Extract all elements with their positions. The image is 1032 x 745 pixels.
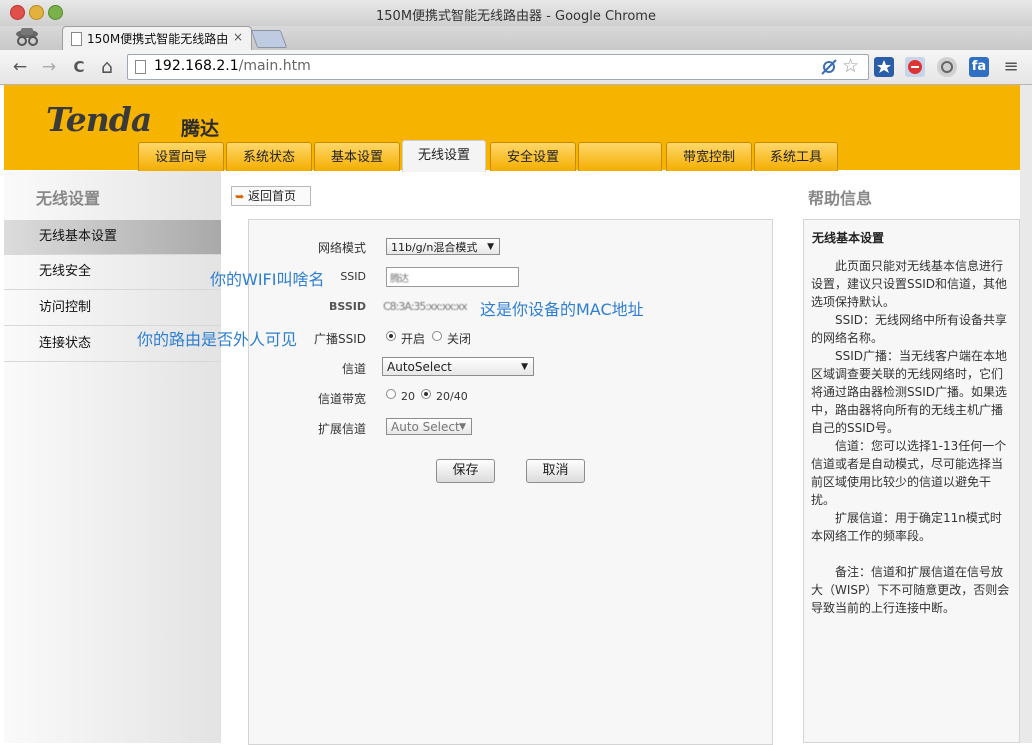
bandwidth-20-label: 20 xyxy=(401,390,415,403)
chevron-down-icon: ▼ xyxy=(487,242,494,252)
tab-strip: 150M便携式智能无线路由器 × xyxy=(0,26,1032,51)
bandwidth-2040-label: 20/40 xyxy=(436,390,468,403)
tenda-logo-cn: 腾达 xyxy=(181,118,220,140)
chevron-down-icon: ▼ xyxy=(521,362,528,372)
home-button[interactable]: ⌂ xyxy=(96,56,118,78)
window-titlebar: 150M便携式智能无线路由器 - Google Chrome xyxy=(0,0,1032,27)
tab-system-status[interactable]: 系统状态 xyxy=(226,142,312,171)
help-text: 此页面只能对无线基本信息进行设置，建议只设置SSID和信道，其他选项保持默认。 … xyxy=(811,257,1011,617)
browser-toolbar: ← → C ⌂ 192.168.2.1/main.htm ☆ fa ≡ xyxy=(0,50,1032,85)
window-edge xyxy=(1020,85,1032,743)
sidebar-item-access-control[interactable]: 访问控制 xyxy=(4,291,221,326)
ssid-value: 腾达 xyxy=(390,274,409,285)
url-host: 192.168.2.1 xyxy=(154,58,239,74)
adblock-ext-icon[interactable] xyxy=(905,57,925,77)
ext-channel-value: Auto Select xyxy=(391,420,460,434)
incognito-icon xyxy=(10,26,46,48)
sidebar-item-wireless-security[interactable]: 无线安全 xyxy=(4,255,221,290)
help-heading: 无线基本设置 xyxy=(812,231,885,245)
tenda-logo: Tenda xyxy=(46,100,152,139)
ext-channel-label: 扩展信道 xyxy=(317,422,366,436)
page-icon xyxy=(135,60,146,74)
network-mode-label: 网络模式 xyxy=(317,241,366,255)
help-paragraph: 信道：您可以选择1-13任何一个信道或者是自动模式，尽可能选择当前区域使用比较少… xyxy=(811,439,1007,507)
broadcast-ssid-label: 广播SSID xyxy=(313,332,366,346)
bssid-value: C8:3A:35:xx:xx:xx xyxy=(383,300,468,313)
forward-button[interactable]: → xyxy=(38,56,60,78)
page-icon xyxy=(71,32,82,46)
sidebar-title: 无线设置 xyxy=(36,189,101,208)
broadcast-on-radio[interactable] xyxy=(386,331,396,341)
bookmarks-ext-icon[interactable] xyxy=(874,57,894,77)
reload-button[interactable]: C xyxy=(68,56,90,78)
broadcast-off-radio[interactable] xyxy=(432,331,442,341)
help-paragraph: 备注：信道和扩展信道在信号放大（WISP）下不可随意更改，否则会导致当前的上行连… xyxy=(811,565,1010,615)
help-title: 帮助信息 xyxy=(808,189,873,208)
sync-ext-icon[interactable] xyxy=(937,57,957,77)
close-tab-icon[interactable]: × xyxy=(233,30,243,44)
return-arrow-icon: ➥ xyxy=(235,190,245,203)
ssid-input[interactable]: 腾达 xyxy=(386,267,519,287)
tab-basic-settings[interactable]: 基本设置 xyxy=(314,142,400,171)
channel-label: 信道 xyxy=(341,362,366,376)
ssid-label: SSID xyxy=(340,270,366,283)
broadcast-off-label: 关闭 xyxy=(447,332,472,346)
annotation-mac: 这是你设备的MAC地址 xyxy=(480,300,644,319)
chevron-down-icon: ▼ xyxy=(459,422,466,432)
network-mode-value: 11b/g/n混合模式 xyxy=(391,241,478,254)
sidebar-item-wireless-basic[interactable]: 无线基本设置 xyxy=(4,220,221,255)
help-paragraph: SSID：无线网络中所有设备共享的网络名称。 xyxy=(811,313,1008,345)
tab-title: 150M便携式智能无线路由器 xyxy=(87,32,227,46)
help-paragraph: 扩展信道：用于确定11n模式时本网络工作的频率段。 xyxy=(811,511,1002,543)
back-home-button[interactable]: ➥ 返回首页 xyxy=(231,186,311,206)
tab-system-tools[interactable]: 系统工具 xyxy=(754,142,838,171)
tab-setup-wizard[interactable]: 设置向导 xyxy=(138,142,224,171)
broadcast-on-label: 开启 xyxy=(401,332,426,346)
bssid-label: BSSID xyxy=(329,300,366,313)
window-title: 150M便携式智能无线路由器 - Google Chrome xyxy=(376,9,656,24)
bandwidth-20-radio[interactable] xyxy=(386,389,396,399)
back-button[interactable]: ← xyxy=(9,56,31,78)
address-bar[interactable]: 192.168.2.1/main.htm ☆ xyxy=(127,54,869,80)
chrome-menu-icon[interactable]: ≡ xyxy=(1000,56,1022,78)
url-path: /main.htm xyxy=(238,58,311,74)
bandwidth-label: 信道带宽 xyxy=(317,392,366,406)
help-paragraph: 此页面只能对无线基本信息进行设置，建议只设置SSID和信道，其他选项保持默认。 xyxy=(811,259,1008,309)
channel-select[interactable]: AutoSelect ▼ xyxy=(382,357,534,376)
tab-security-settings[interactable]: 安全设置 xyxy=(490,142,576,171)
help-paragraph: SSID广播：当无线客户端在本地区域调查要关联的无线网络时，它们将通过路由器检测… xyxy=(811,349,1008,435)
save-button[interactable]: 保存 xyxy=(436,459,495,483)
cancel-button[interactable]: 取消 xyxy=(526,459,585,483)
tab-bandwidth-control[interactable]: 带宽控制 xyxy=(666,142,752,171)
channel-value: AutoSelect xyxy=(387,360,452,374)
network-mode-select[interactable]: 11b/g/n混合模式 ▼ xyxy=(386,238,500,255)
fa-ext-icon[interactable]: fa xyxy=(969,57,989,77)
bookmark-star-icon[interactable]: ☆ xyxy=(842,55,859,77)
bandwidth-2040-radio[interactable] xyxy=(421,389,431,399)
browser-tab[interactable]: 150M便携式智能无线路由器 × xyxy=(62,26,252,51)
tab-wireless-settings[interactable]: 无线设置 xyxy=(402,140,486,172)
translate-icon[interactable] xyxy=(820,58,838,76)
ext-channel-select[interactable]: Auto Select ▼ xyxy=(386,418,472,435)
tab-hidden[interactable] xyxy=(578,142,662,171)
new-tab-button[interactable] xyxy=(250,30,288,48)
